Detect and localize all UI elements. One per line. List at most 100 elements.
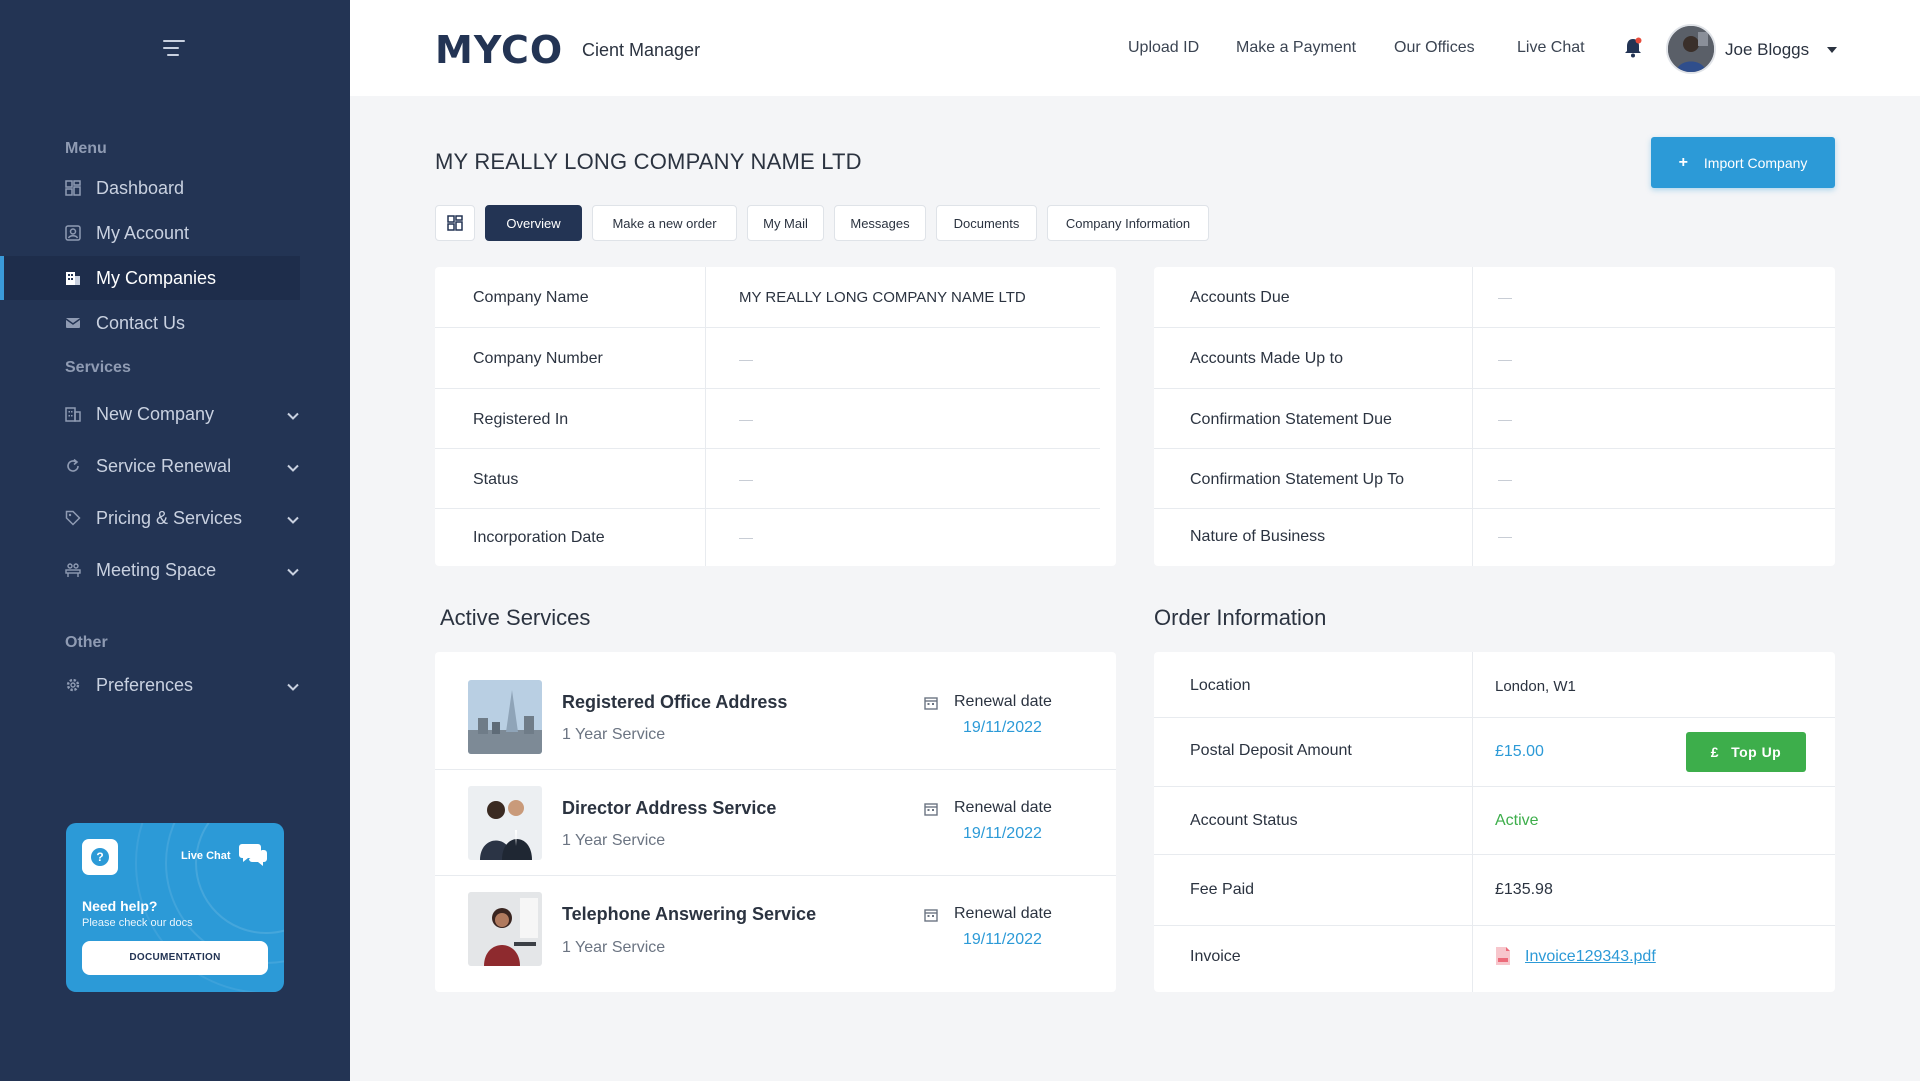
nav-upload-id[interactable]: Upload ID (1128, 39, 1199, 57)
tab-company-information[interactable]: Company Information (1047, 205, 1209, 241)
tab-bar: Overview Make a new order My Mail Messag… (435, 205, 1219, 241)
nav-live-chat[interactable]: Live Chat (1517, 39, 1585, 57)
chat-bubble-icon[interactable] (238, 841, 268, 872)
plus-icon: + (1678, 153, 1688, 171)
tab-my-mail[interactable]: My Mail (747, 205, 824, 241)
confirmation-due-label: Confirmation Statement Due (1190, 411, 1392, 428)
building-icon (65, 406, 81, 422)
empty-value-dash (1498, 480, 1512, 481)
menu-heading: Menu (65, 140, 107, 157)
building-icon (65, 270, 81, 286)
renewal-date: 19/11/2022 (963, 931, 1042, 948)
nature-of-business-label: Nature of Business (1190, 528, 1326, 545)
chevron-down-icon[interactable] (286, 459, 300, 473)
account-status-label: Account Status (1190, 812, 1298, 829)
empty-value-dash (739, 360, 753, 361)
sidebar-item-new-company[interactable]: New Company (0, 392, 300, 436)
empty-value-dash (739, 538, 753, 539)
notification-bell-icon[interactable] (1623, 37, 1643, 64)
page-title: MY REALLY LONG COMPANY NAME LTD (435, 149, 862, 174)
sidebar-item-dashboard[interactable]: Dashboard (0, 166, 300, 210)
documentation-button[interactable]: DOCUMENTATION (82, 941, 268, 975)
sidebar-item-label: My Account (96, 222, 190, 243)
sidebar-item-my-account[interactable]: My Account (0, 211, 300, 255)
grid-view-button[interactable] (435, 205, 475, 241)
help-title: Need help? (82, 898, 158, 914)
sidebar-item-service-renewal[interactable]: Service Renewal (0, 444, 300, 488)
renewal-date: 19/11/2022 (963, 825, 1042, 842)
fee-paid-value: £135.98 (1495, 881, 1553, 898)
postal-deposit-value: £15.00 (1495, 743, 1544, 760)
postal-deposit-label: Postal Deposit Amount (1190, 742, 1352, 759)
app-title: Cient Manager (582, 40, 701, 60)
nav-our-offices[interactable]: Our Offices (1394, 39, 1475, 57)
chevron-down-icon[interactable] (286, 678, 300, 692)
sidebar-item-preferences[interactable]: Preferences (0, 663, 300, 707)
company-details-card: Company Name MY REALLY LONG COMPANY NAME… (435, 267, 1116, 566)
sidebar-item-contact-us[interactable]: Contact Us (0, 301, 300, 345)
calendar-icon (924, 697, 938, 710)
chevron-down-icon[interactable] (286, 407, 300, 421)
company-number-label: Company Number (473, 350, 603, 367)
tab-overview[interactable]: Overview (485, 205, 582, 241)
sidebar: Menu Dashboard My Account My Companies C… (0, 0, 350, 1081)
user-name[interactable]: Joe Bloggs (1725, 40, 1809, 60)
registered-in-label: Registered In (473, 411, 569, 428)
telephone-answering-image (468, 892, 542, 966)
avatar[interactable] (1666, 24, 1716, 74)
service-name: Director Address Service (562, 798, 777, 818)
sidebar-item-my-companies[interactable]: My Companies (0, 256, 300, 300)
account-icon (65, 225, 81, 241)
renewal-date: 19/11/2022 (963, 719, 1042, 736)
refresh-icon (65, 458, 81, 474)
help-card: ? Live Chat Need help? Please check our … (66, 823, 284, 992)
sidebar-item-label: New Company (96, 403, 215, 424)
sidebar-item-pricing-services[interactable]: Pricing & Services (0, 496, 300, 540)
pdf-icon (1496, 947, 1510, 965)
location-label: Location (1190, 677, 1251, 694)
invoice-link[interactable]: Invoice129343.pdf (1525, 948, 1656, 966)
sidebar-item-label: Service Renewal (96, 455, 232, 476)
nav-make-payment[interactable]: Make a Payment (1236, 39, 1356, 57)
user-menu-caret-icon[interactable] (1827, 47, 1837, 53)
tab-documents[interactable]: Documents (936, 205, 1037, 241)
sidebar-item-label: Meeting Space (96, 559, 217, 580)
company-name-value: MY REALLY LONG COMPANY NAME LTD (739, 289, 1026, 306)
tag-icon (65, 510, 81, 526)
fee-paid-label: Fee Paid (1190, 881, 1255, 898)
dashboard-icon (65, 180, 81, 196)
empty-value-dash (1498, 420, 1512, 421)
company-name-label: Company Name (473, 289, 589, 306)
meeting-icon (65, 562, 81, 578)
logo[interactable]: MYCO (435, 28, 563, 72)
import-company-label: Import Company (1703, 154, 1808, 171)
tab-messages[interactable]: Messages (834, 205, 926, 241)
empty-value-dash (1498, 360, 1512, 361)
confirmation-up-to-label: Confirmation Statement Up To (1190, 471, 1405, 488)
gear-icon (65, 677, 81, 693)
menu-toggle-icon[interactable] (163, 40, 187, 58)
service-term: 1 Year Service (562, 939, 666, 956)
chevron-down-icon[interactable] (286, 511, 300, 525)
sidebar-item-label: Contact Us (96, 312, 186, 333)
service-name: Telephone Answering Service (562, 904, 817, 924)
sidebar-item-label: Preferences (96, 674, 194, 695)
empty-value-dash (739, 480, 753, 481)
help-subtitle: Please check our docs (82, 917, 193, 929)
sidebar-item-label: Dashboard (96, 177, 185, 198)
pound-icon: £ (1710, 744, 1720, 760)
accounts-details-card: Accounts Due Accounts Made Up to Confirm… (1154, 267, 1835, 566)
help-live-chat-label[interactable]: Live Chat (181, 850, 231, 862)
empty-value-dash (1498, 537, 1512, 538)
chevron-down-icon[interactable] (286, 563, 300, 577)
sidebar-item-label: My Companies (96, 267, 217, 288)
order-information-title: Order Information (1154, 605, 1327, 630)
renewal-label: Renewal date (954, 799, 1052, 816)
sidebar-item-meeting-space[interactable]: Meeting Space (0, 548, 300, 592)
active-services-card: Registered Office Address 1 Year Service… (435, 652, 1116, 992)
incorporation-date-label: Incorporation Date (473, 529, 605, 546)
top-up-button[interactable]: £ Top Up (1686, 732, 1806, 772)
empty-value-dash (739, 420, 753, 421)
import-company-button[interactable]: + Import Company (1651, 137, 1835, 188)
tab-make-new-order[interactable]: Make a new order (592, 205, 737, 241)
